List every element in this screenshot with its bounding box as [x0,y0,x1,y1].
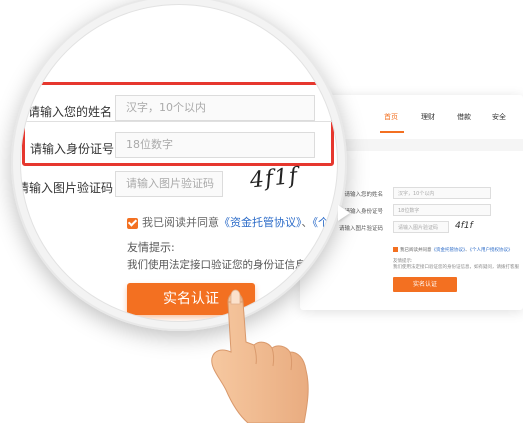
link-escrow-agreement[interactable]: 《资金托管协议》 [219,216,302,229]
bg-verify-button[interactable]: 实名认证 [393,277,457,292]
bg-link-escrow[interactable]: 《资金托管协议》 [432,248,466,253]
bg-tip: 友情提示: 我们使用法定接口验证您的身份证信息，如有疑问，请拨打客服 [393,259,519,271]
bg-captcha-input[interactable]: 请输入图片验证码 [393,221,449,233]
tip-title: 友情提示: [127,241,175,254]
bg-agreement: 我已阅读并同意《资金托管协议》、《个人用户授权协议》 [393,247,513,253]
captcha-image[interactable]: 4f1f [249,164,300,194]
agreement-line: 我已阅读并同意《资金托管协议》、《个人用户授权协 [127,214,337,230]
nav-security[interactable]: 安全 [492,112,506,122]
pointing-hand-icon [211,289,309,423]
captcha-label: 请输入图片验证码 [21,181,114,195]
nav-home[interactable]: 首页 [384,112,398,122]
agree-separator: 、 [301,216,313,229]
bg-name-input[interactable]: 汉字，10个以内 [393,187,491,199]
bg-captcha-image[interactable]: 4f1f [455,221,473,231]
captcha-input[interactable]: 请输入图片验证码 [115,171,223,197]
agree-text: 我已阅读并同意 [142,216,219,229]
nav-active-underline [380,131,404,133]
checkbox-checked-icon[interactable] [127,217,138,229]
bg-id-label: 请输入身份证号 [344,209,383,215]
bg-agree-text: 我已阅读并同意 [400,248,432,253]
magnified-form: 请输入您的姓名 汉字，10个以内 请输入身份证号 18位数字 请输入图片验证码 … [21,5,337,321]
bg-checkbox-checked-icon[interactable] [393,247,398,252]
nav-finance[interactable]: 理财 [421,112,435,122]
bg-id-input[interactable]: 18位数字 [393,204,491,216]
link-authorization-agreement[interactable]: 《个人用户授权协 [313,216,338,229]
nav-loan[interactable]: 借款 [457,112,471,122]
bg-tip-text: 我们使用法定接口验证您的身份证信息，如有疑问，请拨打客服 [393,265,519,270]
magnifier-lens: 请输入您的姓名 汉字，10个以内 请输入身份证号 18位数字 请输入图片验证码 … [21,5,337,321]
row-divider [22,121,334,122]
bg-link-authorization[interactable]: 《个人用户授权协议》 [470,248,513,253]
bg-captcha-label: 请输入图片验证码 [338,226,383,232]
bg-name-label: 请输入您的姓名 [344,192,383,198]
highlight-box [22,82,334,166]
magnifier-pointer [338,205,350,221]
tip-text: 我们使用法定接口验证您的身份证信息，如有疑问 [127,259,337,271]
